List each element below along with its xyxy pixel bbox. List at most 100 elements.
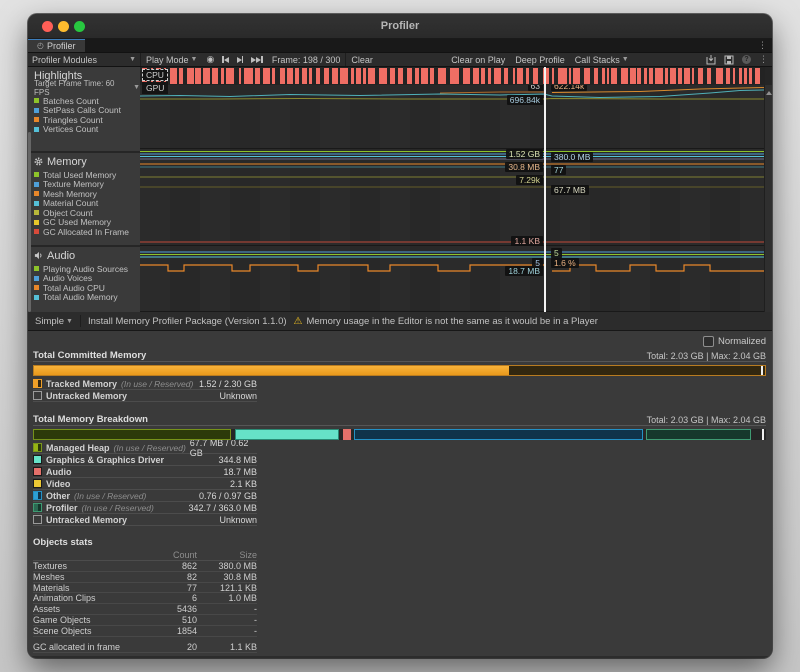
call-stacks-dropdown[interactable]: Call Stacks▼ <box>570 53 634 66</box>
frame-bar[interactable] <box>670 68 676 84</box>
frame-bar[interactable] <box>379 68 388 84</box>
frame-bar[interactable] <box>302 68 306 84</box>
frame-bar[interactable] <box>226 68 235 84</box>
legend-item-triangles-count[interactable]: Triangles Count <box>34 115 140 125</box>
frame-bar[interactable] <box>332 68 338 84</box>
frame-bar[interactable] <box>421 68 428 84</box>
frame-bar[interactable] <box>438 68 446 84</box>
legend-item-batches-count[interactable]: Batches Count <box>34 96 140 106</box>
legend-item-gc-used-memory[interactable]: GC Used Memory <box>34 218 140 228</box>
legend-item-gc-allocated-in-frame[interactable]: GC Allocated In Frame <box>34 227 140 237</box>
normalized-checkbox[interactable] <box>703 336 714 347</box>
frame-bar[interactable] <box>463 68 470 84</box>
frame-bar[interactable] <box>368 68 375 84</box>
gpu-track-toggle[interactable]: GPU <box>142 82 168 94</box>
current-frame-button[interactable] <box>247 53 267 66</box>
frame-bar[interactable] <box>517 68 523 84</box>
frame-bar[interactable] <box>195 68 200 84</box>
legend-row-audio[interactable]: Audio 18.7 MB <box>33 466 257 478</box>
legend-item-audio-voices[interactable]: Audio Voices <box>34 274 140 284</box>
frame-bar[interactable] <box>324 68 329 84</box>
frame-bar[interactable] <box>513 68 515 84</box>
frame-bar[interactable] <box>239 68 242 84</box>
frame-bar[interactable] <box>363 68 365 84</box>
previous-frame-button[interactable] <box>218 53 233 66</box>
frame-bar[interactable] <box>340 68 347 84</box>
close-window-icon[interactable] <box>42 21 53 32</box>
frame-bar[interactable] <box>749 68 751 84</box>
module-memory[interactable]: Memory Total Used Memory Texture Memory … <box>28 153 140 245</box>
frame-bar[interactable] <box>263 68 270 84</box>
frame-bar[interactable] <box>655 68 663 84</box>
frame-bar[interactable] <box>212 68 218 84</box>
memory-breakdown-bar[interactable] <box>33 429 766 440</box>
frame-bar[interactable] <box>569 68 571 84</box>
frame-bar[interactable] <box>733 68 736 84</box>
legend-item-texture-memory[interactable]: Texture Memory <box>34 180 140 190</box>
cpu-track-toggle[interactable]: CPU <box>142 69 168 81</box>
help-button[interactable]: ? <box>738 53 755 66</box>
frame-bar[interactable] <box>244 68 253 84</box>
frame-bar[interactable] <box>644 68 646 84</box>
frame-bar[interactable] <box>602 68 605 84</box>
deep-profile-toggle[interactable]: Deep Profile <box>510 53 570 66</box>
frame-bar[interactable] <box>533 68 538 84</box>
frame-bar[interactable] <box>415 68 419 84</box>
clear-button[interactable]: Clear <box>346 53 378 66</box>
frame-bar[interactable] <box>481 68 485 84</box>
frame-bar[interactable] <box>678 68 683 84</box>
frame-bar[interactable] <box>630 68 635 84</box>
legend-row-tracked-memory[interactable]: Tracked Memory (In use / Reserved) 1.52 … <box>33 378 257 390</box>
tab-profiler[interactable]: ◴ Profiler <box>28 39 85 52</box>
frame-bar[interactable] <box>716 68 723 84</box>
frame-bar[interactable] <box>316 68 320 84</box>
legend-item-vertices-count[interactable]: Vertices Count <box>34 125 140 135</box>
legend-row-untracked-memory[interactable]: Untracked Memory Unknown <box>33 390 257 402</box>
frame-bar[interactable] <box>621 68 629 84</box>
frame-bar[interactable] <box>611 68 617 84</box>
module-audio[interactable]: Audio Playing Audio Sources Audio Voices… <box>28 247 140 312</box>
clear-on-play-toggle[interactable]: Clear on Play <box>446 53 510 66</box>
frame-bar[interactable] <box>744 68 747 84</box>
frame-bar[interactable] <box>179 68 183 84</box>
frame-bar[interactable] <box>221 68 224 84</box>
frame-bar[interactable] <box>649 68 653 84</box>
legend-item-material-count[interactable]: Material Count <box>34 199 140 209</box>
frame-bar[interactable] <box>504 68 508 84</box>
frame-bar[interactable] <box>584 68 591 84</box>
chart-scrollbar[interactable] <box>764 85 772 312</box>
frame-bar[interactable] <box>351 68 354 84</box>
frame-bar[interactable] <box>594 68 598 84</box>
committed-memory-bar[interactable] <box>33 365 766 376</box>
frame-timeline-strip[interactable] <box>140 67 765 85</box>
next-frame-button[interactable] <box>233 53 248 66</box>
tab-context-menu-icon[interactable]: ⋮ <box>758 39 767 52</box>
legend-row-managed-heap[interactable]: Managed Heap (In use / Reserved) 67.7 MB… <box>33 442 257 454</box>
frame-bar[interactable] <box>665 68 668 84</box>
legend-item-playing-audio-sources[interactable]: Playing Audio Sources <box>34 264 140 274</box>
install-package-link[interactable]: Install Memory Profiler Package (Version… <box>88 316 287 327</box>
legend-item-total-used-memory[interactable]: Total Used Memory <box>34 170 140 180</box>
frame-bar[interactable] <box>287 68 293 84</box>
legend-row-untracked[interactable]: Untracked Memory Unknown <box>33 514 257 526</box>
sidebar-scrollbar[interactable] <box>28 132 31 312</box>
frame-bar[interactable] <box>692 68 694 84</box>
frame-bar[interactable] <box>684 68 689 84</box>
legend-item-total-audio-cpu[interactable]: Total Audio CPU <box>34 283 140 293</box>
legend-item-setpass-calls-count[interactable]: SetPass Calls Count <box>34 106 140 116</box>
profiler-modules-dropdown[interactable]: Profiler Modules▼ <box>28 53 141 66</box>
frame-bar[interactable] <box>398 68 403 84</box>
legend-row-profiler[interactable]: Profiler (In use / Reserved) 342.7 / 363… <box>33 502 257 514</box>
target-frame-time-dropdown[interactable]: Target Frame Time: 60 FPS▼ <box>34 82 140 93</box>
frame-bar[interactable] <box>573 68 580 84</box>
frame-bar[interactable] <box>739 68 742 84</box>
legend-item-object-count[interactable]: Object Count <box>34 208 140 218</box>
legend-item-mesh-memory[interactable]: Mesh Memory <box>34 189 140 199</box>
legend-item-total-audio-memory[interactable]: Total Audio Memory <box>34 293 140 303</box>
frame-bar[interactable] <box>726 68 730 84</box>
frame-bar[interactable] <box>170 68 176 84</box>
frame-bar[interactable] <box>698 68 703 84</box>
toolbar-context-menu[interactable]: ⋮ <box>755 53 772 66</box>
frame-bar[interactable] <box>272 68 275 84</box>
chart-area[interactable]: 63622.14k696.84k1.52 GB380.0 MB30.8 MB77… <box>140 67 772 312</box>
